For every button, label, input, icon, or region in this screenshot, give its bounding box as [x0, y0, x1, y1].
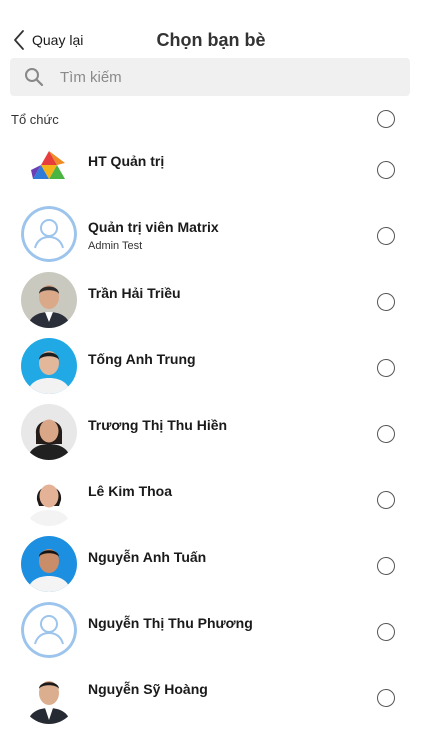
- avatar-placeholder-icon: [21, 206, 77, 262]
- contact-subtitle: Admin Test: [88, 240, 143, 252]
- user-photo-avatar: [21, 404, 77, 460]
- select-radio[interactable]: [377, 161, 395, 179]
- contact-list: HT Quản trị Quản trị viên Matrix Admin T…: [0, 140, 422, 734]
- contact-name: Trương Thị Thu Hiền: [88, 417, 228, 433]
- user-photo-avatar: [21, 272, 77, 328]
- select-radio[interactable]: [377, 293, 395, 311]
- organization-row[interactable]: Tổ chức: [0, 106, 422, 134]
- contact-name: Lê Kim Thoa: [88, 483, 173, 499]
- list-item[interactable]: Nguyễn Thị Thu Phương: [0, 602, 422, 668]
- contact-name: Tống Anh Trung: [88, 351, 196, 367]
- list-item[interactable]: Lê Kim Thoa: [0, 470, 422, 536]
- select-radio[interactable]: [377, 491, 395, 509]
- user-photo-avatar: [21, 338, 77, 394]
- list-item[interactable]: Trương Thị Thu Hiền: [0, 404, 422, 470]
- organization-radio[interactable]: [377, 110, 395, 128]
- list-item[interactable]: HT Quản trị: [0, 140, 422, 206]
- contact-name: Nguyễn Anh Tuấn: [88, 549, 207, 565]
- page-title: Chọn bạn bè: [156, 30, 266, 50]
- user-photo-avatar: [21, 668, 77, 724]
- list-item[interactable]: Tống Anh Trung: [0, 338, 422, 404]
- contact-name: HT Quản trị: [88, 153, 165, 169]
- contact-name: Quản trị viên Matrix: [88, 219, 219, 235]
- search-bar[interactable]: [10, 58, 410, 96]
- list-item[interactable]: Quản trị viên Matrix Admin Test: [0, 206, 422, 272]
- select-radio[interactable]: [377, 359, 395, 377]
- select-radio[interactable]: [377, 227, 395, 245]
- select-radio[interactable]: [377, 689, 395, 707]
- contact-name: Trần Hải Triều: [88, 285, 181, 301]
- user-photo-avatar: [21, 470, 77, 526]
- select-radio[interactable]: [377, 557, 395, 575]
- organization-label: Tổ chức: [11, 112, 59, 127]
- header: Quay lại Chọn bạn bè: [0, 0, 422, 56]
- select-radio[interactable]: [377, 623, 395, 641]
- list-item[interactable]: Nguyễn Sỹ Hoàng: [0, 668, 422, 734]
- list-item[interactable]: Trần Hải Triều: [0, 272, 422, 338]
- contact-name: Nguyễn Sỹ Hoàng: [88, 681, 208, 697]
- list-item[interactable]: Nguyễn Anh Tuấn: [0, 536, 422, 602]
- search-input[interactable]: [58, 67, 382, 87]
- user-photo-avatar: [21, 536, 77, 592]
- select-radio[interactable]: [377, 425, 395, 443]
- avatar-placeholder-icon: [21, 602, 77, 658]
- contact-name: Nguyễn Thị Thu Phương: [88, 615, 253, 631]
- logo-avatar: [21, 140, 77, 196]
- search-icon: [25, 68, 44, 87]
